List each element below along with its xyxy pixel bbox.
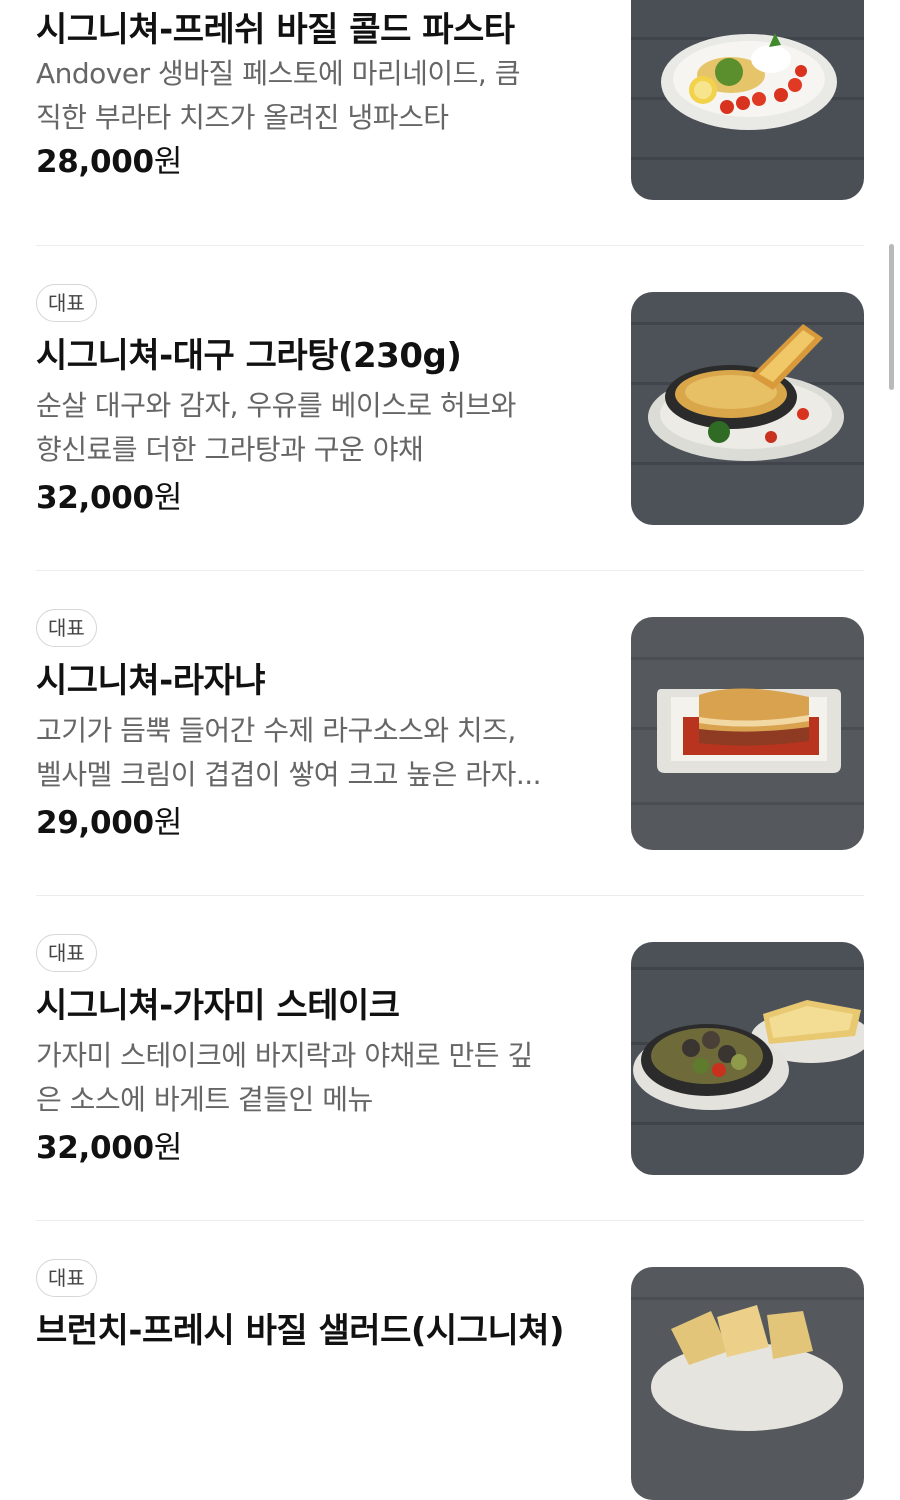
- menu-item-description: 향신료를 더한 그라탕과 구운 야채: [36, 433, 424, 466]
- menu-item-description: 벨사멜 크림이 겹겹이 쌓여 크고 높은 라자...: [36, 758, 542, 791]
- menu-item-title: 시그니쳐-라자냐: [36, 661, 266, 701]
- menu-item-price: 32,000원: [36, 1130, 183, 1166]
- menu-item-title: 시그니쳐-프레쉬 바질 콜드 파스타: [36, 10, 515, 50]
- menu-item-description: 은 소스에 바게트 곁들인 메뉴: [36, 1083, 373, 1116]
- menu-item-description: Andover 생바질 페스토에 마리네이드, 큼: [36, 57, 521, 90]
- menu-item-title: 시그니쳐-대구 그라탕(230g): [36, 336, 462, 376]
- menu-item-price: 28,000원: [36, 144, 183, 180]
- menu-item-cod-gratin[interactable]: 대표 시그니쳐-대구 그라탕(230g) 순살 대구와 감자, 우유를 베이스로…: [36, 284, 864, 570]
- signature-badge: 대표: [36, 609, 97, 647]
- menu-item-flounder-steak[interactable]: 대표 시그니쳐-가자미 스테이크 가자미 스테이크에 바지락과 야채로 만든 깊…: [36, 934, 864, 1220]
- signature-badge: 대표: [36, 1259, 97, 1297]
- menu-item-price: 29,000원: [36, 805, 183, 841]
- flounder-steak-photo: [631, 942, 864, 1175]
- scrollbar-thumb[interactable]: [889, 244, 894, 390]
- menu-item-price: 32,000원: [36, 480, 183, 516]
- basil-salad-photo: [631, 1267, 864, 1500]
- menu-item-cold-basil-pasta[interactable]: 시그니쳐-프레쉬 바질 콜드 파스타 Andover 생바질 페스토에 마리네이…: [36, 0, 864, 245]
- divider: [36, 895, 864, 896]
- cod-gratin-photo: [631, 292, 864, 525]
- signature-badge: 대표: [36, 284, 97, 322]
- menu-item-description: 직한 부라타 치즈가 올려진 냉파스타: [36, 101, 449, 134]
- menu-item-lasagna[interactable]: 대표 시그니쳐-라자냐 고기가 듬뿍 들어간 수제 라구소스와 치즈, 벨사멜 …: [36, 609, 864, 895]
- divider: [36, 245, 864, 246]
- divider: [36, 570, 864, 571]
- menu-item-title: 시그니쳐-가자미 스테이크: [36, 986, 400, 1026]
- lasagna-photo: [631, 617, 864, 850]
- cold-basil-pasta-photo: [631, 0, 864, 200]
- divider: [36, 1220, 864, 1221]
- menu-item-description: 순살 대구와 감자, 우유를 베이스로 허브와: [36, 389, 516, 422]
- menu-item-description: 고기가 듬뿍 들어간 수제 라구소스와 치즈,: [36, 714, 516, 747]
- menu-item-basil-salad[interactable]: 대표 브런치-프레시 바질 샐러드(시그니쳐): [36, 1259, 864, 1500]
- menu-item-description: 가자미 스테이크에 바지락과 야채로 만든 깊: [36, 1039, 533, 1072]
- signature-badge: 대표: [36, 934, 97, 972]
- menu-item-title: 브런치-프레시 바질 샐러드(시그니쳐): [36, 1311, 565, 1351]
